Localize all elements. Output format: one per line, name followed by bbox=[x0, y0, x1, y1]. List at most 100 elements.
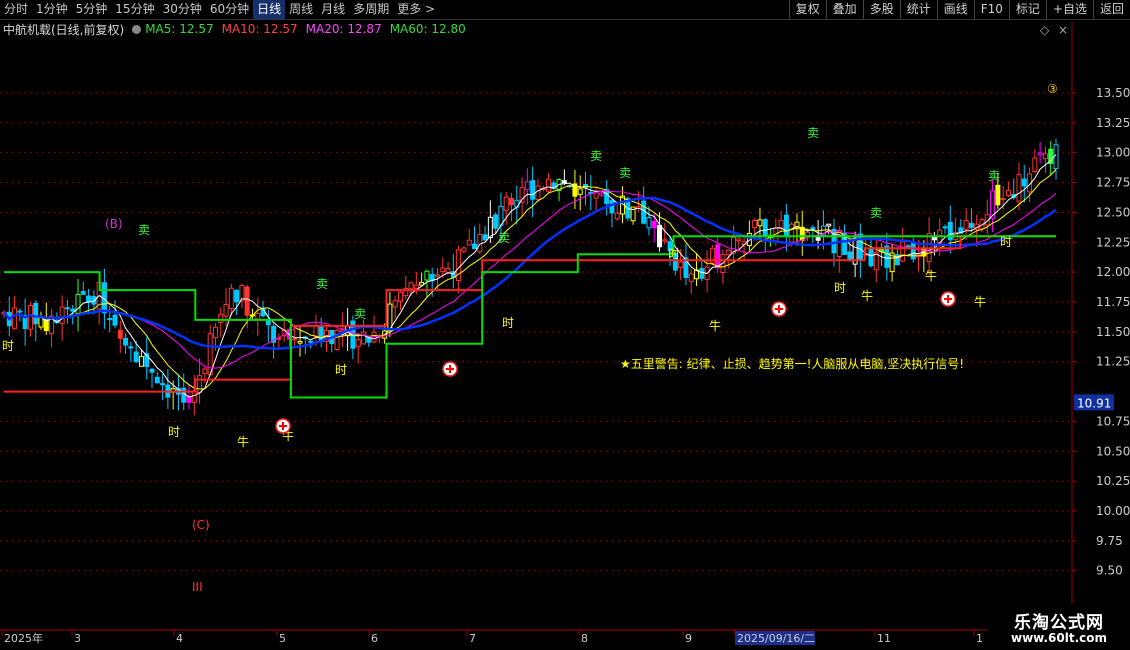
candle-body bbox=[197, 375, 203, 393]
kline-chart[interactable]: 卖卖卖卖卖卖卖卖卖牛 牛牛牛牛牛时时时时时时时(B)(C)III③★五里警告: 纪… bbox=[0, 0, 1130, 650]
ma5-value: MA5: 12.57 bbox=[145, 22, 214, 36]
y-tick-label: 11.50 bbox=[1096, 325, 1130, 339]
candle-body bbox=[456, 249, 462, 282]
candle-body bbox=[968, 222, 974, 228]
tab-intraday[interactable]: 分时 bbox=[0, 0, 32, 19]
tab-monthly[interactable]: 月线 bbox=[317, 0, 349, 19]
y-tick-label: 10.75 bbox=[1096, 414, 1130, 428]
buy-signal: 牛 bbox=[925, 268, 937, 283]
buy-signal: 牛 bbox=[861, 288, 873, 303]
candle-body bbox=[461, 247, 467, 252]
candle-body bbox=[160, 383, 166, 386]
tab-daily[interactable]: 日线 bbox=[253, 0, 286, 19]
tab-5min[interactable]: 5分钟 bbox=[72, 0, 112, 19]
candle-body bbox=[762, 219, 768, 237]
overlay-button[interactable]: 叠加 bbox=[825, 0, 863, 19]
candle-body bbox=[651, 220, 657, 229]
candle-body bbox=[466, 239, 472, 246]
tab-multi-period[interactable]: 多周期 bbox=[349, 0, 393, 19]
f10-button[interactable]: F10 bbox=[973, 0, 1009, 19]
settings-dot-icon[interactable] bbox=[132, 24, 142, 34]
time-signal: 时 bbox=[668, 247, 680, 261]
candle-body bbox=[963, 220, 969, 230]
ma20-line bbox=[3, 190, 1057, 369]
candle-body bbox=[609, 200, 615, 214]
price-axis: 13.50 13.25 13.00 12.75 12.50 12.25 12.00 11.75… bbox=[1040, 22, 1130, 630]
x-tick-label: 4 bbox=[176, 632, 183, 645]
candle-body bbox=[413, 284, 419, 290]
candle-body bbox=[757, 219, 763, 227]
candle-body bbox=[149, 368, 155, 373]
candle-body bbox=[424, 270, 430, 281]
candle-body bbox=[535, 185, 541, 201]
sell-signal: 卖 bbox=[619, 166, 631, 180]
trend-line bbox=[3, 196, 1057, 350]
signal-marks: 卖卖卖卖卖卖卖卖卖牛 牛牛牛牛牛时时时时时时时(B)(C)III③★五里警告: 纪… bbox=[2, 82, 1058, 594]
candle-body bbox=[688, 273, 694, 282]
candle-body bbox=[355, 339, 361, 348]
tab-30min[interactable]: 30分钟 bbox=[159, 0, 206, 19]
candle-body bbox=[641, 200, 647, 224]
multi-stock-button[interactable]: 多股 bbox=[862, 0, 900, 19]
candle-body bbox=[75, 293, 81, 315]
wave-circle-3-label: ③ bbox=[1047, 82, 1058, 96]
candle-body bbox=[107, 317, 113, 321]
candle-body bbox=[133, 351, 139, 363]
y-tick-label: 10.25 bbox=[1096, 474, 1130, 488]
sell-signal: 卖 bbox=[316, 277, 328, 291]
time-signal: 时 bbox=[2, 339, 14, 353]
tab-60min[interactable]: 60分钟 bbox=[206, 0, 253, 19]
y-tick-label: 12.00 bbox=[1096, 265, 1130, 279]
tab-weekly[interactable]: 周线 bbox=[285, 0, 317, 19]
candle-body bbox=[223, 304, 229, 317]
candle-body bbox=[112, 314, 118, 326]
sell-signal: 卖 bbox=[988, 169, 1000, 183]
candle-body bbox=[1037, 152, 1043, 156]
candle-body bbox=[614, 212, 620, 220]
candle-body bbox=[561, 180, 567, 184]
y-tick-label: 13.50 bbox=[1096, 86, 1130, 100]
time-signal: 时 bbox=[1000, 235, 1012, 249]
sell-signal: 卖 bbox=[807, 126, 819, 140]
candle-body bbox=[434, 274, 440, 277]
candle-body bbox=[1042, 153, 1048, 160]
adjust-button[interactable]: 复权 bbox=[788, 0, 826, 19]
mark-button[interactable]: 标记 bbox=[1008, 0, 1046, 19]
ma20-value: MA20: 12.87 bbox=[305, 22, 382, 36]
tab-15min[interactable]: 15分钟 bbox=[111, 0, 158, 19]
x-tick-label: 3 bbox=[74, 632, 81, 645]
logo-url: www.60lt.com bbox=[1010, 631, 1108, 645]
y-tick-label: 13.00 bbox=[1096, 146, 1130, 160]
add-watchlist-button[interactable]: +自选 bbox=[1045, 0, 1093, 19]
y-tick-label: 10.00 bbox=[1096, 504, 1130, 518]
candle-body bbox=[408, 282, 414, 290]
candle-body bbox=[308, 340, 314, 343]
candle-body bbox=[678, 261, 684, 269]
candle-body bbox=[86, 295, 92, 303]
time-signal: 时 bbox=[168, 425, 180, 439]
candle-body bbox=[234, 289, 240, 303]
y-tick-label: 11.25 bbox=[1096, 355, 1130, 369]
candle-body bbox=[662, 239, 668, 242]
y-tick-label: 10.50 bbox=[1096, 444, 1130, 458]
statistics-button[interactable]: 统计 bbox=[899, 0, 937, 19]
back-button[interactable]: 返回 bbox=[1092, 0, 1130, 19]
date-axis: 2025年 3 4 5 6 7 8 9 2025/09/16/二 11 1 bbox=[0, 629, 1072, 645]
candle-body bbox=[995, 184, 1001, 206]
tool-buttons: 复权 叠加 多股 统计 画线 F10 标记 +自选 返回 bbox=[788, 0, 1130, 19]
candle-body bbox=[657, 224, 663, 248]
candle-body bbox=[910, 242, 916, 260]
tab-1min[interactable]: 1分钟 bbox=[32, 0, 72, 19]
sell-signal: 卖 bbox=[354, 307, 366, 321]
y-tick-label: 12.75 bbox=[1096, 176, 1130, 190]
candle-body bbox=[826, 223, 832, 227]
draw-line-button[interactable]: 画线 bbox=[936, 0, 974, 19]
price-grid bbox=[0, 92, 1072, 572]
tab-more[interactable]: 更多 > bbox=[393, 0, 439, 19]
candle-body bbox=[27, 304, 33, 330]
stock-title[interactable]: 中航机载(日线,前复权) bbox=[3, 21, 124, 38]
candle-body bbox=[202, 368, 208, 375]
candle-body bbox=[1021, 178, 1027, 187]
candle-body bbox=[482, 234, 488, 241]
y-tick-label: 9.50 bbox=[1096, 564, 1123, 578]
